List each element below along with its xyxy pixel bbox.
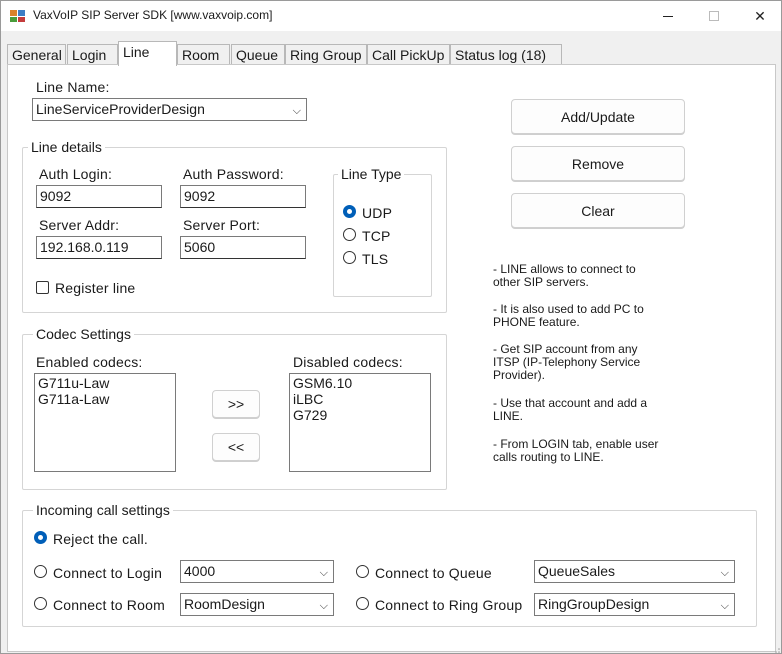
list-item[interactable]: G711a-Law: [38, 391, 172, 407]
tcp-label: TCP: [362, 228, 391, 244]
connect-login-label: Connect to Login: [53, 565, 163, 581]
list-item[interactable]: iLBC: [293, 391, 427, 407]
login-combo[interactable]: 4000 ⌵: [180, 560, 334, 583]
chevron-down-icon: ⌵: [720, 600, 729, 612]
auth-login-label: Auth Login:: [39, 166, 113, 182]
auth-password-field[interactable]: 9092: [180, 185, 306, 208]
resize-grip-icon[interactable]: [773, 646, 781, 654]
room-combo[interactable]: RoomDesign ⌵: [180, 593, 334, 616]
maximize-icon: [709, 11, 719, 21]
login-combo-value: 4000: [184, 563, 216, 579]
maximize-button[interactable]: [691, 1, 737, 31]
close-icon: ✕: [754, 7, 766, 24]
tab-label: Call PickUp: [372, 47, 445, 63]
ring-group-combo[interactable]: RingGroupDesign ⌵: [534, 593, 735, 616]
reject-call-label: Reject the call.: [53, 531, 149, 547]
line-name-combo[interactable]: LineServiceProviderDesign ⌵: [32, 98, 307, 121]
auth-password-label: Auth Password:: [183, 166, 284, 182]
chevron-down-icon: ⌵: [319, 600, 328, 612]
close-button[interactable]: ✕: [737, 1, 782, 31]
tab-label: Room: [182, 47, 220, 63]
connect-queue-radio[interactable]: [356, 565, 369, 578]
tab-label: General: [12, 47, 62, 63]
connect-queue-label: Connect to Queue: [375, 565, 492, 581]
list-item[interactable]: G729: [293, 407, 427, 423]
room-combo-value: RoomDesign: [184, 596, 265, 612]
list-item[interactable]: G711u-Law: [38, 375, 172, 391]
disabled-codecs-label: Disabled codecs:: [293, 354, 403, 370]
server-addr-label: Server Addr:: [39, 217, 120, 233]
tab-label: Line: [123, 44, 150, 60]
tab-room[interactable]: Room: [177, 44, 230, 65]
incoming-call-title: Incoming call settings: [33, 502, 173, 518]
ring-group-combo-value: RingGroupDesign: [538, 596, 650, 612]
info-line: calls routing to LINE.: [493, 450, 604, 464]
tcp-radio[interactable]: [343, 228, 356, 241]
register-line-checkbox[interactable]: [36, 281, 49, 294]
info-line: Provider).: [493, 368, 546, 382]
udp-radio[interactable]: [343, 205, 356, 218]
tab-queue[interactable]: Queue: [231, 44, 285, 65]
tab-ring-group[interactable]: Ring Group: [285, 44, 367, 65]
tab-label: Login: [72, 47, 107, 63]
enabled-codecs-label: Enabled codecs:: [36, 354, 143, 370]
auth-login-field[interactable]: 9092: [36, 185, 162, 208]
connect-login-radio[interactable]: [34, 565, 47, 578]
queue-combo[interactable]: QueueSales ⌵: [534, 560, 735, 583]
chevron-down-icon: ⌵: [720, 567, 729, 579]
line-details-title: Line details: [28, 139, 105, 155]
tab-label: Queue: [236, 47, 279, 63]
info-line: other SIP servers.: [493, 275, 589, 289]
tab-label: Status log (18): [455, 47, 547, 63]
title-bar[interactable]: VaxVoIP SIP Server SDK [www.vaxvoip.com]…: [1, 1, 781, 31]
tab-login[interactable]: Login: [67, 44, 118, 65]
list-item[interactable]: GSM6.10: [293, 375, 427, 391]
minimize-button[interactable]: [645, 1, 691, 31]
move-right-button[interactable]: >>: [212, 390, 260, 418]
clear-button[interactable]: Clear: [511, 193, 685, 228]
connect-room-radio[interactable]: [34, 597, 47, 610]
register-line-label: Register line: [55, 280, 136, 296]
tab-general[interactable]: General: [7, 44, 66, 65]
line-name-value: LineServiceProviderDesign: [36, 101, 205, 117]
info-line: PHONE feature.: [493, 315, 580, 329]
add-update-button[interactable]: Add/Update: [511, 99, 685, 134]
chevron-down-icon: ⌵: [292, 105, 301, 117]
disabled-codecs-list[interactable]: GSM6.10 iLBC G729: [289, 373, 431, 472]
tab-status-log[interactable]: Status log (18): [450, 44, 562, 65]
enabled-codecs-list[interactable]: G711u-Law G711a-Law: [34, 373, 176, 472]
queue-combo-value: QueueSales: [538, 563, 616, 579]
reject-call-radio[interactable]: [34, 531, 47, 544]
line-name-label: Line Name:: [36, 79, 110, 95]
tab-call-pickup[interactable]: Call PickUp: [367, 44, 450, 65]
udp-label: UDP: [362, 205, 393, 221]
server-addr-field[interactable]: 192.168.0.119: [36, 236, 162, 259]
remove-button[interactable]: Remove: [511, 146, 685, 181]
app-window: VaxVoIP SIP Server SDK [www.vaxvoip.com]…: [0, 0, 782, 654]
minimize-icon: [663, 15, 673, 17]
codec-settings-title: Codec Settings: [33, 326, 134, 342]
tls-label: TLS: [362, 251, 389, 267]
tab-label: Ring Group: [290, 47, 362, 63]
connect-room-label: Connect to Room: [53, 597, 165, 613]
move-left-button[interactable]: <<: [212, 433, 260, 461]
connect-ring-group-radio[interactable]: [356, 597, 369, 610]
server-port-field[interactable]: 5060: [180, 236, 306, 259]
connect-ring-group-label: Connect to Ring Group: [375, 597, 523, 613]
chevron-down-icon: ⌵: [319, 567, 328, 579]
server-port-label: Server Port:: [183, 217, 261, 233]
app-icon: [10, 10, 25, 22]
tab-line[interactable]: Line: [118, 41, 177, 66]
line-type-title: Line Type: [338, 166, 405, 182]
info-line: LINE.: [493, 409, 524, 423]
window-title: VaxVoIP SIP Server SDK [www.vaxvoip.com]: [33, 8, 273, 22]
tls-radio[interactable]: [343, 251, 356, 264]
